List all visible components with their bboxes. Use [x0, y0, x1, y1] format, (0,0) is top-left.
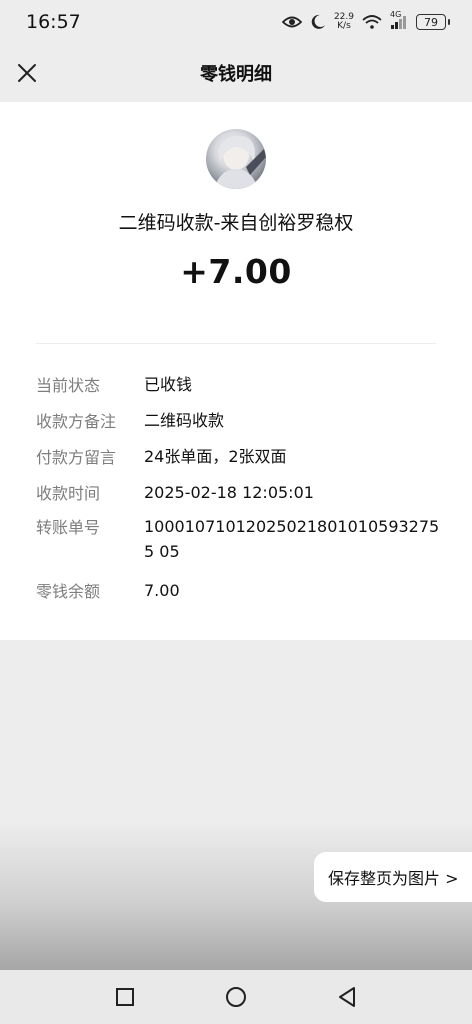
detail-value: 二维码收款: [144, 411, 225, 430]
detail-label: 当前状态: [36, 376, 101, 395]
detail-row-transfer-id: 转账单号 100010710120250218010105932755 05: [36, 514, 446, 564]
battery-tip: [448, 19, 450, 25]
wifi-icon: [362, 15, 382, 29]
detail-value: 已收钱: [144, 375, 193, 394]
status-time: 16:57: [26, 11, 81, 33]
eye-icon: [281, 16, 302, 28]
network-speed: 22.9 K/s: [333, 12, 354, 31]
battery-indicator: 79: [416, 14, 450, 30]
home-button[interactable]: [216, 977, 256, 1017]
detail-row-status: 当前状态 已收钱: [36, 372, 446, 397]
triangle-back-icon: [338, 987, 355, 1007]
detail-label: 收款方备注: [36, 412, 117, 431]
status-bar: 16:57 22.9 K/s 4G 79: [0, 0, 472, 44]
system-nav-bar: [0, 970, 472, 1024]
detail-label: 转账单号: [36, 518, 101, 537]
avatar-image: [214, 135, 266, 189]
close-button[interactable]: [12, 58, 42, 88]
detail-label: 零钱余额: [36, 582, 101, 601]
detail-row-time: 收款时间 2025-02-18 12:05:01: [36, 480, 446, 505]
detail-value: 7.00: [144, 581, 180, 600]
payer-description: 二维码收款-来自创裕罗稳权: [118, 212, 354, 234]
detail-row-balance: 零钱余额 7.00: [36, 578, 446, 603]
detail-label: 付款方留言: [36, 448, 117, 467]
transfer-id-value[interactable]: 100010710120250218010105932755 05: [144, 514, 444, 564]
square-icon: [116, 988, 135, 1006]
back-button[interactable]: [327, 977, 367, 1017]
status-icons: 22.9 K/s 4G 79: [281, 10, 450, 31]
detail-value: 24张单面，2张双面: [144, 447, 287, 466]
divider: [36, 343, 436, 344]
detail-label: 收款时间: [36, 484, 101, 503]
transaction-card: 二维码收款-来自创裕罗稳权 +7.00 当前状态 已收钱 收款方备注 二维码收款…: [0, 102, 472, 640]
avatar: [206, 129, 266, 189]
nav-bar: 零钱明细: [0, 44, 472, 102]
detail-value: 2025-02-18 12:05:01: [144, 483, 314, 502]
amount: +7.00: [180, 252, 292, 291]
page-title: 零钱明细: [200, 64, 272, 85]
battery-level: 79: [416, 14, 446, 30]
detail-row-payee-note: 收款方备注 二维码收款: [36, 408, 446, 433]
cell-signal: 4G: [390, 10, 408, 29]
page-background: [0, 640, 472, 970]
detail-row-payer-message: 付款方留言 24张单面，2张双面: [36, 444, 446, 469]
recent-apps-button[interactable]: [105, 977, 145, 1017]
close-icon: [18, 64, 36, 82]
save-page-as-image-button[interactable]: 保存整页为图片 >: [314, 852, 472, 902]
moon-icon: [311, 14, 325, 29]
circle-icon: [225, 987, 246, 1007]
